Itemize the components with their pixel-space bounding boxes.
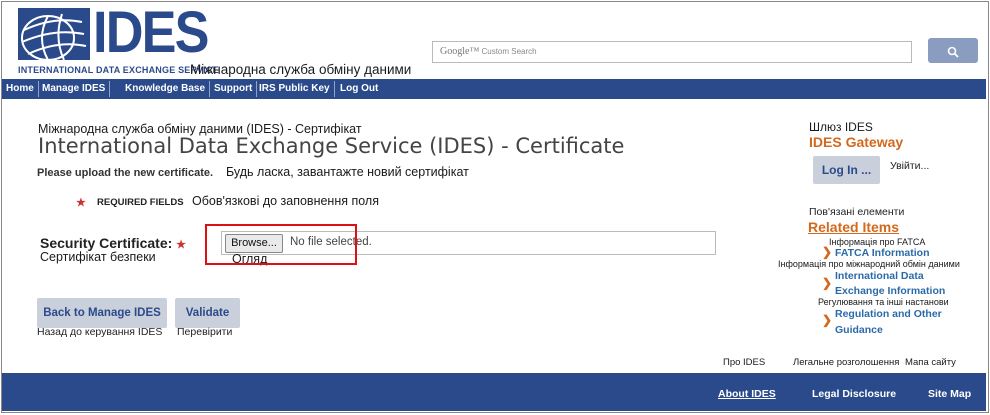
fatca-translation: Інформація про FATCA [829, 237, 926, 247]
validate-button-translation: Перевірити [177, 326, 233, 338]
nav-support[interactable]: Support [210, 81, 258, 97]
logo-wordmark: IDES [93, 0, 209, 65]
gateway-translation: Шлюз IDES [809, 120, 873, 134]
logo-translation: Міжнародна служба обміну даними [190, 62, 412, 77]
highlight-box [205, 224, 357, 265]
required-fields-translation: Обов'язкові до заповнення поля [192, 194, 379, 208]
search-placeholder: Google™ Custom Search [440, 46, 537, 57]
chevron-right-icon: ❯ [822, 276, 833, 290]
footer-about-link[interactable]: About IDES [718, 388, 776, 400]
gateway-heading: IDES Gateway [809, 134, 904, 150]
required-star-icon: ★ [76, 197, 86, 209]
globe-logo-icon [18, 8, 90, 60]
nav-manage-ides[interactable]: Manage IDES [38, 81, 111, 97]
nav-log-out[interactable]: Log Out [336, 81, 382, 97]
legal-translation: Легальне розголошення [793, 357, 900, 368]
upload-instruction-translation: Будь ласка, завантажте новий сертифікат [226, 165, 469, 179]
sitemap-translation: Мапа сайту [905, 357, 956, 368]
security-required-star-icon: ★ [176, 239, 187, 251]
about-translation: Про IDES [723, 357, 766, 368]
regulation-translation: Регулювання та інші настанови [818, 297, 949, 307]
back-button-translation: Назад до керування IDES [37, 326, 163, 338]
logo-subtitle: INTERNATIONAL DATA EXCHANGE SERVICE [18, 65, 219, 75]
security-certificate-translation: Сертифікат безпеки [40, 250, 156, 264]
page-title: International Data Exchange Service (IDE… [38, 134, 625, 158]
nav-irs-public-key[interactable]: IRS Public Key [255, 81, 335, 97]
login-translation: Увійти... [890, 160, 930, 172]
footer-sitemap-link[interactable]: Site Map [928, 388, 971, 400]
data-exchange-translation: Інформація про міжнародний обмін даними [778, 259, 960, 269]
related-items-translation: Пов'язані елементи [809, 206, 905, 218]
nav-home[interactable]: Home [2, 81, 39, 97]
related-items-heading: Related Items [808, 219, 900, 235]
footer-legal-link[interactable]: Legal Disclosure [812, 388, 896, 400]
fatca-information-link[interactable]: FATCA Information [835, 247, 930, 259]
security-certificate-label: Security Certificate: ★ [40, 235, 187, 251]
back-to-manage-ides-button[interactable]: Back to Manage IDES [37, 298, 167, 328]
login-button[interactable]: Log In ... [813, 156, 880, 184]
required-fields-label: REQUIRED FIELDS [97, 197, 184, 208]
nav-knowledge-base[interactable]: Knowledge Base [121, 81, 211, 97]
chevron-right-icon: ❯ [822, 245, 833, 259]
validate-button[interactable]: Validate [175, 298, 240, 328]
search-button[interactable] [928, 38, 978, 63]
regulation-link[interactable]: Regulation and Other [835, 308, 942, 320]
guidance-link[interactable]: Guidance [835, 324, 883, 336]
exchange-information-link[interactable]: Exchange Information [835, 285, 945, 297]
international-data-link[interactable]: International Data [835, 270, 924, 282]
upload-instruction: Please upload the new certificate. [37, 167, 214, 179]
chevron-right-icon: ❯ [822, 313, 833, 327]
search-icon [947, 46, 959, 58]
